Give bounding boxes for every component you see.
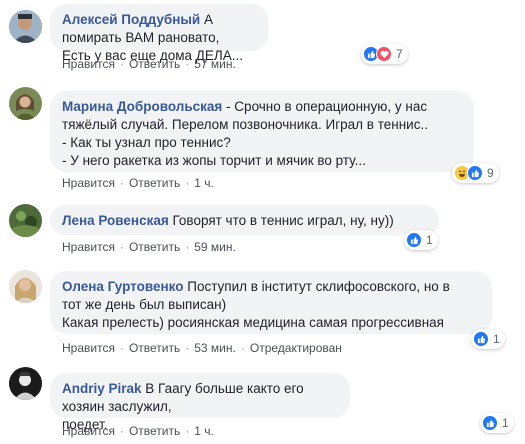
comment-text: Какая прелесть) росиянская медицина сама…: [62, 315, 444, 330]
comment-text: Говорят что в теннис играл, ну, ну)): [172, 213, 394, 228]
author-link[interactable]: Марина Добровольская: [62, 99, 222, 114]
comment-text: - У него ракетка из жопы торчит и мячик …: [62, 153, 366, 168]
reaction-count: 1: [493, 332, 500, 346]
separator: ·: [185, 57, 190, 71]
comment-bubble: Алексей Поддубный А помирать ВАМ рановат…: [50, 4, 268, 63]
comment-bubble: Олена Гуртовенко Поступил в інститут скл…: [50, 271, 492, 334]
reply-button[interactable]: Ответить: [129, 57, 180, 71]
like-button[interactable]: Нравится: [62, 176, 115, 190]
avatar[interactable]: [9, 204, 42, 237]
like-button[interactable]: Нравится: [62, 341, 115, 355]
like-button[interactable]: Нравится: [62, 57, 115, 71]
like-button[interactable]: Нравится: [62, 424, 115, 438]
separator: ·: [119, 176, 124, 190]
separator: ·: [119, 424, 124, 438]
separator: ·: [119, 57, 124, 71]
edited-label[interactable]: Отредактирован: [250, 341, 342, 355]
comment-actions: Нравится · Ответить · 59 мин.: [62, 240, 236, 254]
reaction-count: 1: [502, 416, 509, 430]
avatar[interactable]: [9, 367, 42, 400]
avatar[interactable]: [9, 270, 42, 303]
separator: ·: [185, 341, 190, 355]
comment-actions: Нравится · Ответить · 53 мин. · Отредактирован: [62, 341, 342, 355]
reaction-count: 9: [487, 166, 494, 180]
author-link[interactable]: Олена Гуртовенко: [62, 279, 183, 294]
comment-text: тот же день был выписан): [62, 297, 227, 312]
reaction-summary[interactable]: 1: [404, 230, 438, 250]
comment-text: - Как ты узнал про теннис?: [62, 135, 231, 150]
comment-text: тяжёлый случай. Перелом позвоночника. Иг…: [62, 117, 428, 132]
avatar[interactable]: [9, 10, 42, 43]
love-icon: [376, 46, 392, 62]
comment-text: Поступил в інститут склифосовского, но в: [187, 279, 450, 294]
comment-actions: Нравится · Ответить · 1 ч.: [62, 176, 214, 190]
separator: ·: [185, 176, 190, 190]
like-button[interactable]: Нравится: [62, 240, 115, 254]
reply-button[interactable]: Ответить: [129, 176, 180, 190]
reply-button[interactable]: Ответить: [129, 341, 180, 355]
separator: ·: [240, 341, 245, 355]
comment-bubble: Марина Добровольская - Срочно в операцио…: [50, 91, 474, 172]
separator: ·: [119, 341, 124, 355]
like-icon: [406, 232, 422, 248]
reaction-summary[interactable]: 9: [452, 163, 499, 183]
comment-bubble: Лена Ровенская Говорят что в теннис игра…: [50, 205, 439, 235]
reaction-summary[interactable]: 1: [471, 329, 505, 349]
reaction-summary[interactable]: 7: [361, 44, 408, 64]
timestamp[interactable]: 57 мин.: [194, 57, 236, 71]
timestamp[interactable]: 59 мин.: [194, 240, 236, 254]
separator: ·: [185, 424, 190, 438]
reaction-summary[interactable]: 1: [480, 413, 514, 433]
separator: ·: [119, 240, 124, 254]
like-icon: [482, 415, 498, 431]
timestamp[interactable]: 1 ч.: [194, 424, 214, 438]
comment-text: - Срочно в операционную, у нас: [226, 99, 428, 114]
avatar[interactable]: [9, 87, 42, 120]
like-icon: [473, 331, 489, 347]
author-link[interactable]: Алексей Поддубный: [62, 12, 200, 27]
reaction-count: 7: [396, 47, 403, 61]
author-link[interactable]: Лена Ровенская: [62, 213, 169, 228]
separator: ·: [185, 240, 190, 254]
like-icon: [467, 165, 483, 181]
reply-button[interactable]: Ответить: [129, 424, 180, 438]
reply-button[interactable]: Ответить: [129, 240, 180, 254]
reaction-count: 1: [426, 233, 433, 247]
timestamp[interactable]: 1 ч.: [194, 176, 214, 190]
comment-actions: Нравится · Ответить · 57 мин.: [62, 57, 236, 71]
comment-actions: Нравится · Ответить · 1 ч.: [62, 424, 214, 438]
author-link[interactable]: Andriy Pirak: [62, 381, 142, 396]
comment-bubble: Andriy Pirak В Гаагу больше както его хо…: [50, 373, 350, 432]
timestamp[interactable]: 53 мин.: [194, 341, 236, 355]
